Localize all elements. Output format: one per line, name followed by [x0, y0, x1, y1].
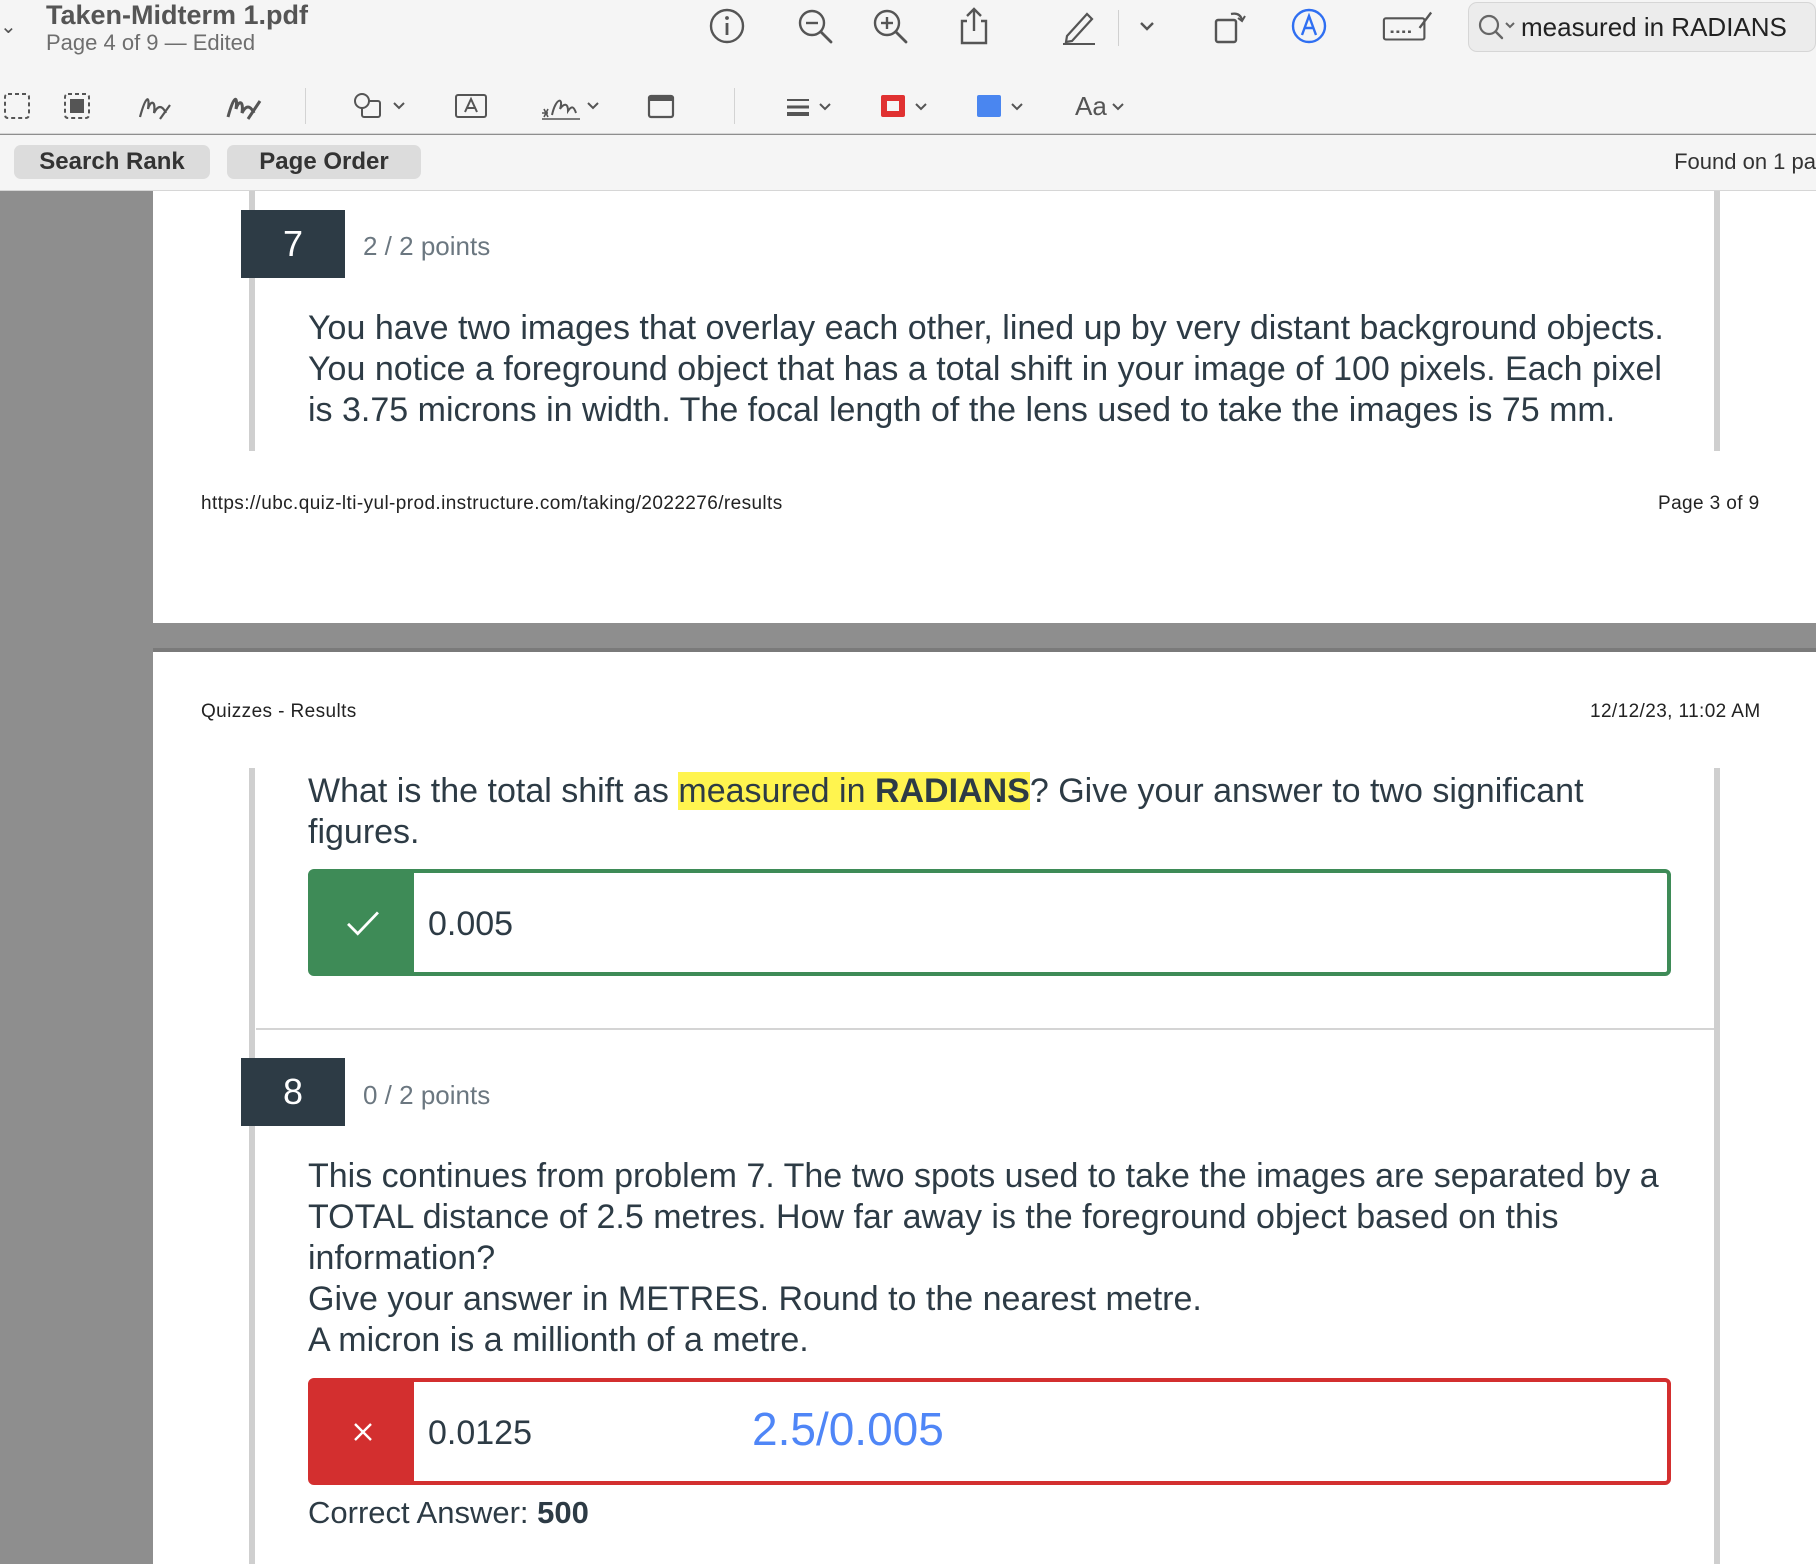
found-count-label: Found on 1 pa	[1674, 149, 1816, 174]
shapes-icon[interactable]	[352, 88, 412, 124]
pen-icon[interactable]	[1057, 4, 1101, 48]
question-text: You have two images that overlay each ot…	[308, 308, 1664, 431]
chevron-down-icon[interactable]	[1125, 4, 1169, 48]
handwritten-annotation[interactable]: 2.5/0.005	[752, 1402, 944, 1456]
close-icon	[312, 1382, 414, 1481]
search-field[interactable]	[1468, 2, 1816, 52]
question-text: What is the total shift as measured in R…	[308, 771, 1584, 853]
search-results-bar: Search Rank Page Order Found on 1 pa	[0, 135, 1816, 191]
question-text-line: You have two images that overlay each ot…	[308, 309, 1664, 347]
page-header-title: Quizzes - Results	[201, 701, 357, 722]
search-highlight-text: measured in	[678, 772, 875, 810]
line-style-icon[interactable]	[784, 88, 840, 124]
page-footer-url: https://ubc.quiz-lti-yul-prod.instructur…	[201, 493, 783, 514]
question-text-segment: What is the total shift as	[308, 772, 679, 810]
text-style-button[interactable]: Aa	[1075, 88, 1131, 124]
border-color-icon[interactable]	[878, 88, 938, 124]
question-text-line: information?	[308, 1239, 496, 1277]
question-text-segment: ? Give your answer to two significant	[1029, 772, 1584, 810]
correct-answer-value: 500	[537, 1495, 589, 1530]
question-text-line: What is the total shift as measured in R…	[308, 771, 1584, 812]
answer-box-correct: 0.005	[308, 869, 1671, 976]
question-points: 2 / 2 points	[363, 231, 491, 261]
note-icon[interactable]	[646, 88, 676, 124]
search-highlight-bold-text: RADIANS	[874, 772, 1030, 810]
smart-lasso-icon[interactable]	[62, 88, 92, 124]
document-subtitle: Page 4 of 9 — Edited	[46, 30, 256, 55]
draw-icon[interactable]	[224, 88, 264, 124]
search-icon[interactable]	[1477, 13, 1519, 43]
question-text-line: TOTAL distance of 2.5 metres. How far aw…	[308, 1198, 1559, 1236]
page-footer-number: Page 3 of 9	[1658, 493, 1760, 514]
question-number-badge: 8	[241, 1058, 345, 1126]
question-points: 0 / 2 points	[363, 1080, 491, 1110]
signature-icon[interactable]	[538, 88, 608, 124]
answer-box-incorrect: 0.0125 2.5/0.005	[308, 1378, 1671, 1485]
sketch-icon[interactable]	[136, 88, 176, 124]
question-text-line: is 3.75 microns in width. The focal leng…	[308, 391, 1616, 429]
title-bar: ⌄ Taken-Midterm 1.pdf Page 4 of 9 — Edit…	[0, 0, 1816, 78]
question-divider	[256, 1028, 1714, 1030]
question-text-line: Give your answer in METRES. Round to the…	[308, 1280, 1202, 1318]
question-number-badge: 7	[241, 210, 345, 278]
markup-icon[interactable]	[1287, 4, 1331, 48]
rotate-icon[interactable]	[1207, 4, 1251, 48]
info-icon[interactable]	[705, 4, 749, 48]
question-frame-right	[1714, 768, 1720, 1564]
rectangular-selection-icon[interactable]	[2, 88, 32, 124]
fill-color-icon[interactable]	[974, 88, 1034, 124]
chevron-down-icon	[1112, 103, 1124, 111]
text-box-icon[interactable]	[454, 88, 488, 124]
zoom-out-icon[interactable]	[793, 4, 837, 48]
question-frame-left	[249, 768, 255, 1564]
correct-answer-label: Correct Answer:	[308, 1495, 529, 1530]
form-fill-icon[interactable]	[1380, 4, 1436, 48]
sidebar	[0, 191, 153, 1564]
question-text-line: A micron is a millionth of a metre.	[308, 1321, 809, 1359]
answer-value: 0.0125	[428, 1414, 532, 1452]
checkmark-icon	[312, 873, 414, 972]
zoom-in-icon[interactable]	[868, 4, 912, 48]
toolbar-divider	[734, 88, 735, 124]
search-highlight: measured in RADIANS	[678, 772, 1030, 810]
question-text-line: You notice a foreground object that has …	[308, 350, 1662, 388]
sidebar-toggle-chevron-icon[interactable]: ⌄	[0, 14, 17, 39]
text-style-label: Aa	[1075, 90, 1107, 121]
correct-answer: Correct Answer: 500	[308, 1495, 589, 1531]
question-frame-right	[1714, 191, 1720, 451]
page-header-timestamp: 12/12/23, 11:02 AM	[1590, 701, 1761, 722]
search-input[interactable]	[1521, 9, 1811, 45]
toolbar-divider	[305, 88, 306, 124]
document-title[interactable]: Taken-Midterm 1.pdf	[46, 0, 308, 31]
page-order-button[interactable]: Page Order	[227, 145, 421, 179]
toolbar-divider	[1118, 10, 1119, 46]
answer-value: 0.005	[428, 905, 514, 943]
question-text-line: This continues from problem 7. The two s…	[308, 1157, 1659, 1195]
question-text: This continues from problem 7. The two s…	[308, 1156, 1659, 1361]
question-text-line: figures.	[308, 813, 420, 851]
search-rank-button[interactable]: Search Rank	[14, 145, 210, 179]
share-icon[interactable]	[952, 4, 996, 48]
markup-toolbar: Aa	[0, 78, 1816, 134]
